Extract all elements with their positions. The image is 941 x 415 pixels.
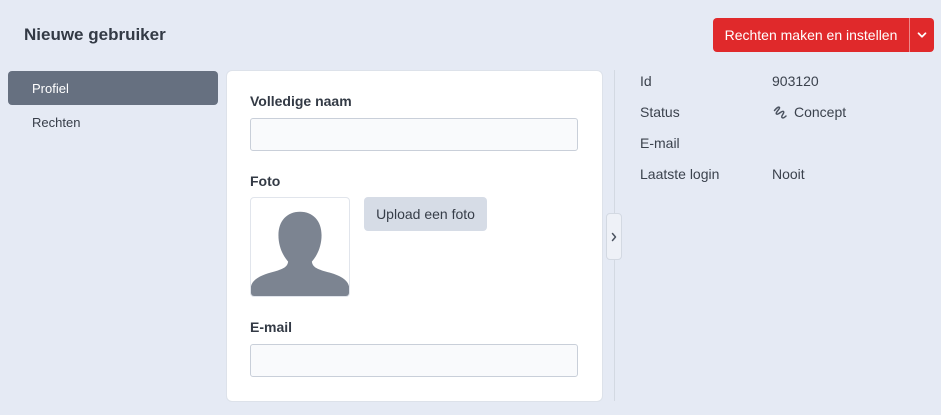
photo-preview bbox=[250, 197, 350, 297]
avatar-placeholder-icon bbox=[251, 211, 349, 296]
chevron-down-icon bbox=[917, 32, 927, 38]
status-badge: Concept bbox=[772, 104, 846, 120]
status-value: Concept bbox=[794, 103, 847, 120]
more-actions-dropdown-button[interactable] bbox=[910, 18, 934, 52]
user-details-panel: Id 903120 Status Concept E-mail Laatste … bbox=[640, 65, 920, 189]
photo-label: Foto bbox=[250, 173, 281, 189]
sidebar-item-label: Profiel bbox=[32, 80, 69, 96]
full-name-input[interactable] bbox=[250, 118, 578, 151]
sidebar-item-rechten[interactable]: Rechten bbox=[8, 105, 218, 139]
create-and-set-rights-button[interactable]: Rechten maken en instellen bbox=[713, 18, 909, 52]
sidebar-item-label: Rechten bbox=[32, 114, 81, 130]
email-label: E-mail bbox=[250, 319, 293, 335]
email-field[interactable] bbox=[250, 344, 578, 377]
detail-row-last-login: Laatste login Nooit bbox=[640, 158, 920, 189]
upload-photo-button[interactable]: Upload een foto bbox=[364, 197, 487, 231]
full-name-label: Volledige naam bbox=[250, 93, 352, 109]
detail-row-email: E-mail bbox=[640, 127, 920, 158]
last-login-value: Nooit bbox=[772, 165, 805, 182]
profile-form-card: Volledige naam Foto Upload een foto E-ma… bbox=[226, 70, 603, 402]
detail-row-status: Status Concept bbox=[640, 96, 920, 127]
page-title: Nieuwe gebruiker bbox=[24, 25, 166, 44]
detail-row-id: Id 903120 bbox=[640, 65, 920, 96]
user-id-value: 903120 bbox=[772, 72, 819, 89]
detail-label: E-mail bbox=[640, 134, 680, 151]
draft-icon bbox=[773, 105, 787, 119]
detail-label: Id bbox=[640, 72, 652, 89]
detail-label: Laatste login bbox=[640, 165, 720, 182]
chevron-right-icon bbox=[611, 232, 617, 241]
create-rights-split-button: Rechten maken en instellen bbox=[713, 18, 934, 52]
sidebar-item-profiel[interactable]: Profiel bbox=[8, 71, 218, 105]
detail-label: Status bbox=[640, 103, 680, 120]
details-panel-toggle[interactable] bbox=[606, 213, 622, 260]
